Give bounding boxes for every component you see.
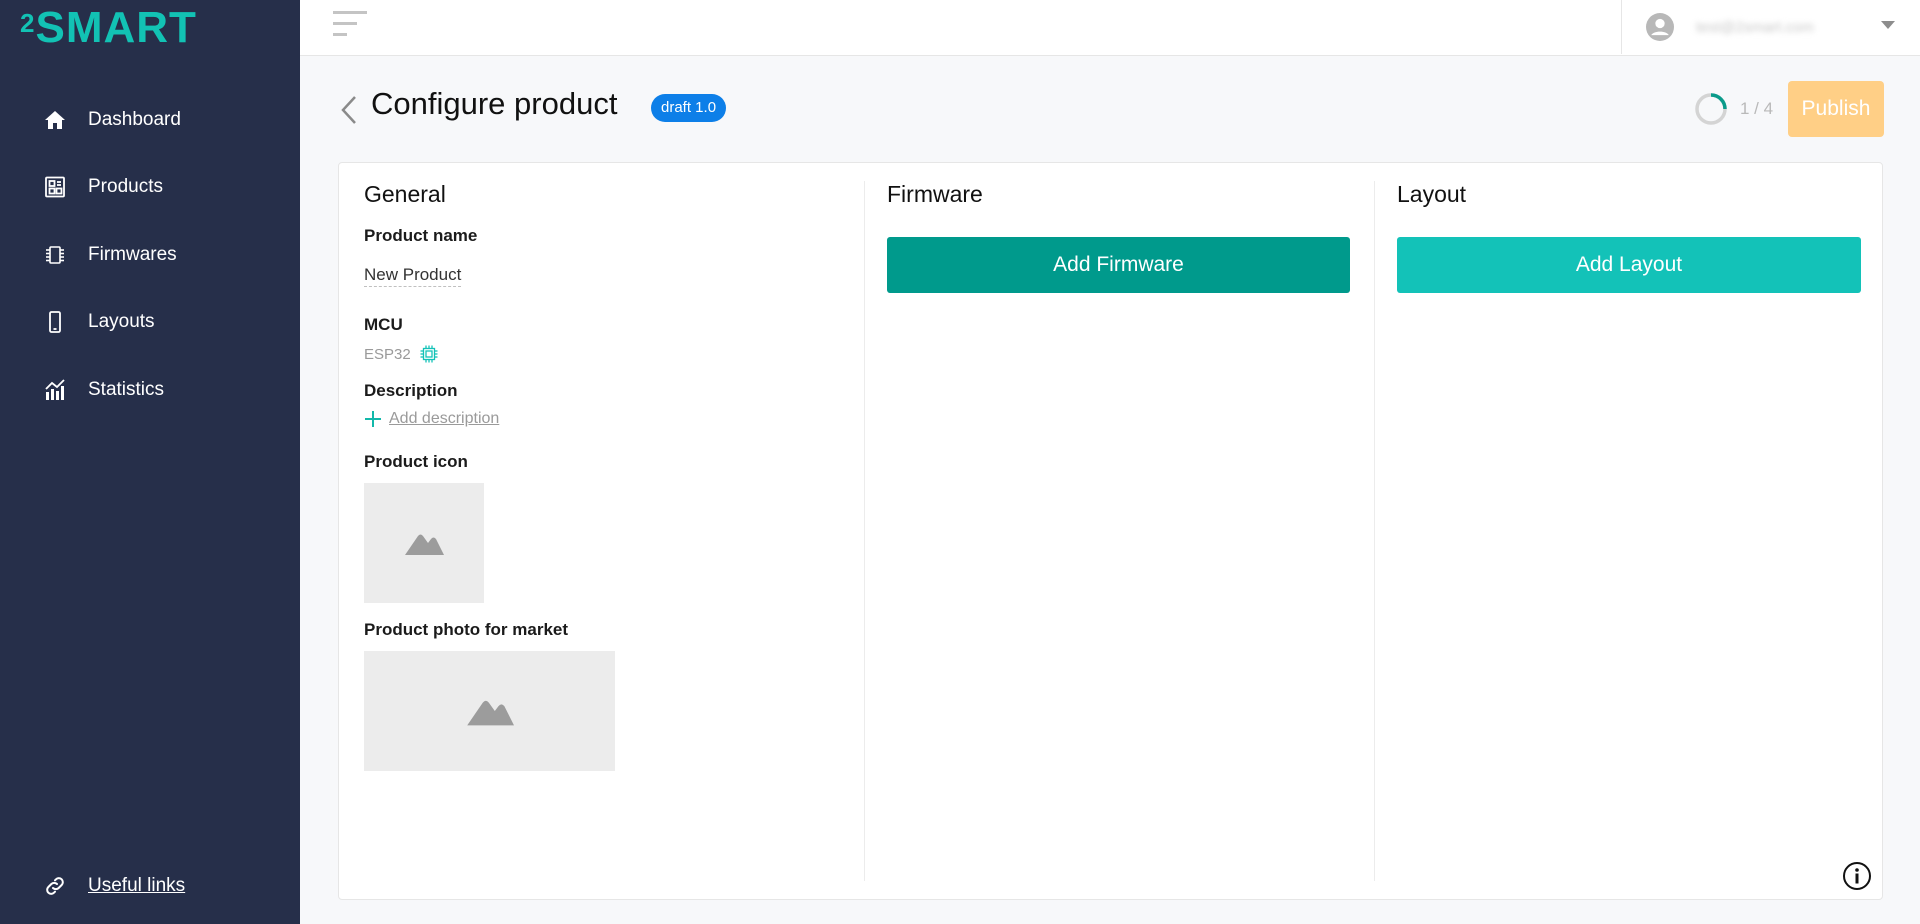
menu-toggle-icon[interactable] [333, 11, 367, 37]
mcu-value: ESP32 [364, 344, 439, 364]
product-photo-upload[interactable] [364, 651, 615, 771]
firmware-section: Firmware Add Firmware [864, 181, 1374, 881]
add-description-link[interactable]: Add description [364, 410, 499, 428]
mcu-value-text: ESP32 [364, 345, 411, 363]
description-label: Description [364, 381, 458, 400]
sidebar-item-dashboard[interactable]: Dashboard [0, 86, 300, 154]
image-placeholder-icon [405, 534, 444, 555]
info-icon[interactable] [1842, 861, 1872, 891]
general-section: General Product name New Product MCU ESP… [364, 181, 864, 881]
phone-icon [42, 309, 68, 335]
sidebar-item-products[interactable]: Products [0, 154, 300, 222]
product-icon-upload[interactable] [364, 483, 484, 603]
general-heading: General [364, 181, 446, 207]
product-name-label: Product name [364, 226, 478, 245]
sidebar-nav: Dashboard Products Firmwares Layouts Sta… [0, 86, 300, 424]
add-layout-button[interactable]: Add Layout [1397, 237, 1861, 293]
product-photo-label: Product photo for market [364, 620, 569, 639]
sidebar: 2 SMART Dashboard Products Firmwares Lay… [0, 0, 300, 924]
sidebar-item-firmwares[interactable]: Firmwares [0, 221, 300, 289]
sidebar-item-label: Firmwares [88, 243, 177, 265]
logo[interactable]: 2 SMART [20, 6, 197, 50]
home-icon [42, 107, 68, 133]
chip-icon [42, 242, 68, 268]
sidebar-item-label: Products [88, 176, 163, 198]
layout-heading: Layout [1397, 181, 1467, 207]
configure-card: General Product name New Product MCU ESP… [338, 162, 1883, 900]
user-menu[interactable]: test@2smart.com [1621, 0, 1920, 54]
user-avatar-icon [1646, 13, 1674, 41]
useful-links[interactable]: Useful links [42, 873, 185, 899]
topbar: test@2smart.com [300, 0, 1920, 56]
chevron-down-icon[interactable] [1880, 17, 1896, 33]
back-button[interactable] [338, 94, 360, 126]
microchip-icon[interactable] [419, 344, 439, 364]
add-firmware-button[interactable]: Add Firmware [887, 237, 1350, 293]
sidebar-item-layouts[interactable]: Layouts [0, 289, 300, 357]
sidebar-item-label: Statistics [88, 378, 165, 400]
sidebar-item-statistics[interactable]: Statistics [0, 356, 300, 424]
page-title: Configure product [371, 86, 618, 121]
publish-button[interactable]: Publish [1788, 81, 1884, 137]
version-badge: draft 1.0 [651, 94, 727, 122]
layout-section: Layout Add Layout [1374, 181, 1884, 881]
logo-word: SMART [35, 3, 197, 52]
plus-icon [365, 411, 381, 427]
image-placeholder-icon [466, 700, 514, 726]
useful-links-label: Useful links [88, 875, 186, 896]
progress-ring [1695, 93, 1727, 125]
progress-counter: 1 / 4 [1740, 99, 1774, 118]
product-name-field[interactable]: New Product [364, 265, 462, 287]
firmware-heading: Firmware [887, 181, 983, 207]
sidebar-item-label: Dashboard [88, 108, 181, 130]
products-icon [42, 174, 68, 200]
logo-superscript: 2 [20, 8, 35, 38]
link-icon [42, 873, 68, 899]
sidebar-item-label: Layouts [88, 311, 155, 333]
product-icon-label: Product icon [364, 452, 468, 471]
mcu-label: MCU [364, 315, 403, 334]
chart-icon [42, 377, 68, 403]
add-description-label: Add description [389, 410, 500, 427]
user-email: test@2smart.com [1696, 18, 1814, 36]
